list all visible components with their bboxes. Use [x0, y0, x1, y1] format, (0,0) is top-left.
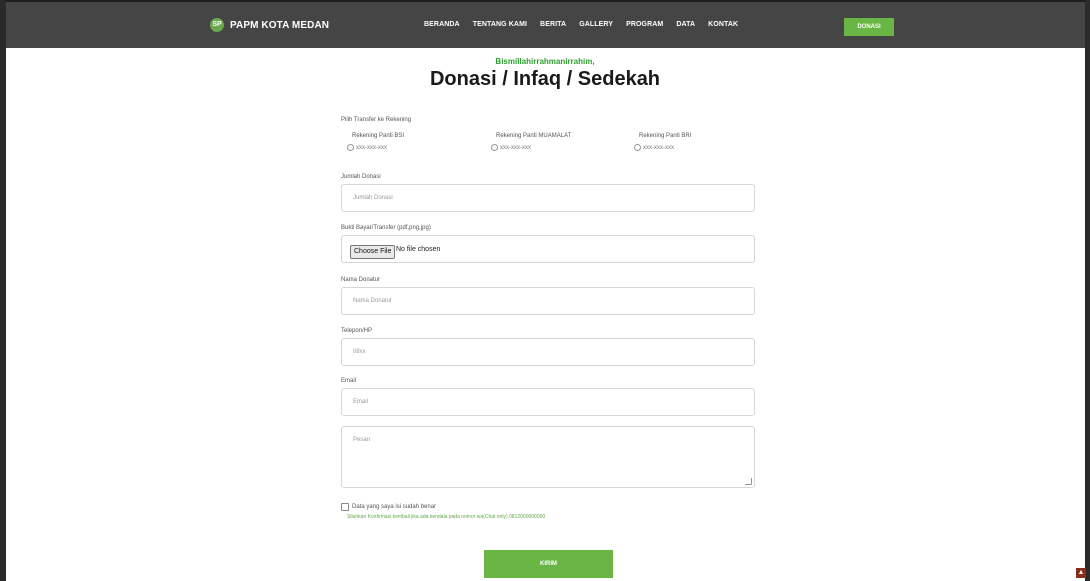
email-label: Email	[341, 378, 357, 384]
textarea-placeholder: Pesan	[353, 437, 371, 443]
nav-link-berita[interactable]: BERITA	[540, 21, 566, 28]
logo-icon: SP	[210, 18, 224, 32]
rekening-title: Rekening Panti MUAMALAT	[496, 133, 572, 139]
rekening-option-bsi[interactable]: Rekening Panti BSI xxx-xxx-xxx	[347, 133, 404, 151]
radio-button[interactable]	[491, 144, 498, 151]
radio-button[interactable]	[347, 144, 354, 151]
pesan-textarea[interactable]: Pesan	[341, 426, 755, 488]
brand-name: PAPM KOTA MEDAN	[230, 19, 330, 31]
confirm-row: Data yang saya isi sudah benar	[341, 503, 436, 511]
telepon-label: Telepon/HP	[341, 328, 373, 334]
rekening-option-bri[interactable]: Rekening Panti BRI xxx-xxx-xxx	[634, 133, 691, 151]
transfer-label: Pilih Transfer ke Rekening	[341, 117, 412, 123]
nav-link-kontak[interactable]: KONTAK	[708, 21, 738, 28]
top-navbar: SP PAPM KOTA MEDAN BERANDA TENTANG KAMI …	[6, 2, 1085, 48]
page-title: Donasi / Infaq / Sedekah	[429, 68, 661, 90]
rekening-option-muamalat[interactable]: Rekening Panti MUAMALAT xxx-xxx-xxx	[491, 133, 571, 151]
rekening-number: xxx-xxx-xxx	[643, 144, 674, 151]
resize-handle[interactable]	[745, 478, 752, 485]
rekening-number: xxx-xxx-xxx	[500, 144, 531, 151]
rekening-title: Rekening Panti BSI	[352, 133, 405, 139]
file-status: No file chosen	[396, 246, 441, 253]
input-placeholder: Jumlah Donasi	[353, 195, 393, 201]
bukti-file-field: Choose File No file chosen	[341, 235, 755, 263]
nav-link-program[interactable]: PROGRAM	[626, 21, 663, 28]
confirmation-note: Silahkan Konfirmasi kembali jika ada ken…	[347, 514, 546, 520]
greeting-text: Bismillahirrahmanirrahim,	[495, 57, 595, 66]
confirm-checkbox[interactable]	[341, 503, 349, 511]
nav-link-data[interactable]: DATA	[676, 21, 695, 28]
email-input[interactable]: Email	[341, 388, 755, 416]
nama-donatur-input[interactable]: Nama Donatur	[341, 287, 755, 315]
bukti-label: Bukti Bayar/Transfer (pdf,png,jpg)	[341, 225, 431, 231]
input-placeholder: Nama Donatur	[353, 298, 393, 304]
nav-link-beranda[interactable]: BERANDA	[424, 21, 460, 28]
telepon-input[interactable]: 08xx	[341, 338, 755, 366]
donasi-button[interactable]: DONASI	[844, 18, 894, 36]
confirm-label: Data yang saya isi sudah benar	[352, 504, 437, 510]
jumlah-donasi-input[interactable]: Jumlah Donasi	[341, 184, 755, 212]
choose-file-button[interactable]: Choose File	[350, 245, 396, 259]
nama-label: Nama Donatur	[341, 277, 381, 283]
brand[interactable]: SP PAPM KOTA MEDAN	[210, 18, 329, 32]
input-placeholder: Email	[353, 399, 369, 405]
nav-link-gallery[interactable]: GALLERY	[579, 21, 613, 28]
nav-links: BERANDA TENTANG KAMI BERITA GALLERY PROG…	[424, 21, 751, 28]
nav-link-tentang-kami[interactable]: TENTANG KAMI	[473, 21, 527, 28]
radio-button[interactable]	[634, 144, 641, 151]
rekening-number: xxx-xxx-xxx	[356, 144, 387, 151]
scroll-top-icon[interactable]: ▲	[1076, 568, 1086, 578]
input-placeholder: 08xx	[353, 349, 366, 355]
kirim-button[interactable]: KIRIM	[484, 550, 613, 578]
jumlah-label: Jumlah Donasi	[341, 174, 381, 180]
rekening-title: Rekening Panti BRI	[639, 133, 692, 139]
